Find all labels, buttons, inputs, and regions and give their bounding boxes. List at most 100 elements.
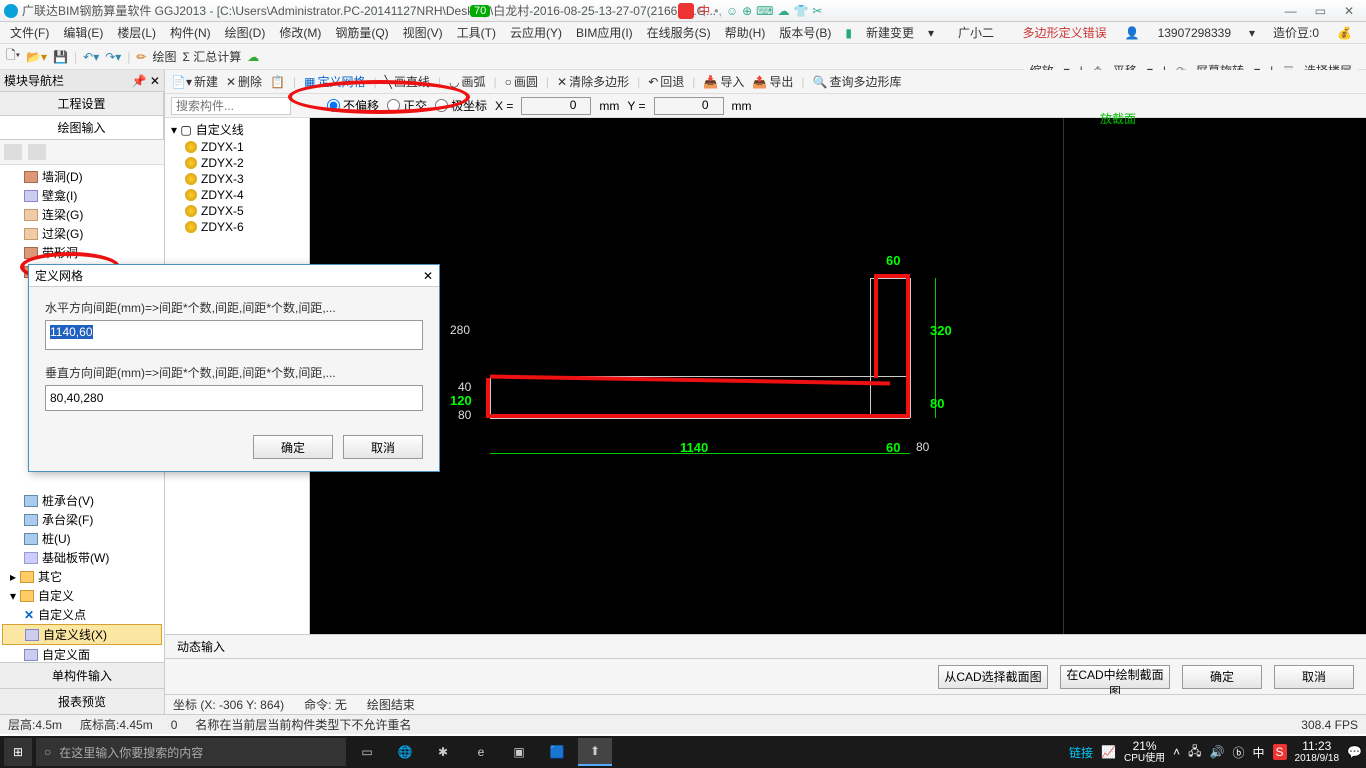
menu-bim[interactable]: BIM应用(I)	[572, 22, 637, 43]
tb-app2[interactable]: ✱	[426, 738, 460, 766]
tray-vol-icon[interactable]: 🔊	[1210, 745, 1225, 759]
tree-folder[interactable]: 其它	[38, 568, 62, 585]
tray-sogou[interactable]: S	[1273, 744, 1287, 760]
sum-button[interactable]: Σ 汇总计算	[183, 48, 242, 65]
list-item[interactable]: ZDYX-6	[201, 220, 244, 234]
tree-node[interactable]: 连梁(G)	[42, 206, 83, 223]
y-input[interactable]: 0	[654, 97, 724, 115]
phone[interactable]: 13907298339	[1154, 24, 1235, 42]
save-icon[interactable]: 💾	[53, 50, 68, 64]
tray-up-icon[interactable]: ˄	[1173, 745, 1180, 759]
draw-icon[interactable]: ✏	[136, 50, 146, 64]
dialog-cancel-button[interactable]: 取消	[343, 435, 423, 459]
expand-icon[interactable]	[4, 144, 22, 160]
menu-tool[interactable]: 工具(T)	[453, 22, 500, 43]
h-spacing-input[interactable]: 1140,60	[45, 320, 423, 350]
tb-app-active[interactable]: ⬆	[578, 738, 612, 766]
new-btn[interactable]: 📄▾ 新建	[171, 73, 218, 90]
polar-radio[interactable]	[435, 99, 448, 112]
new-change[interactable]: 新建变更	[862, 22, 918, 43]
open-file-icon[interactable]: 📂▾	[26, 50, 47, 64]
define-grid-btn[interactable]: ▦ 定义网格	[304, 73, 365, 90]
import-btn[interactable]: 📥 导入	[703, 73, 744, 90]
list-item[interactable]: ZDYX-4	[201, 188, 244, 202]
ortho-radio[interactable]	[387, 99, 400, 112]
menu-online[interactable]: 在线服务(S)	[643, 22, 715, 43]
start-button[interactable]: ⊞	[4, 738, 32, 766]
x-input[interactable]: 0	[521, 97, 591, 115]
ok-button[interactable]: 确定	[1182, 665, 1262, 689]
v-spacing-input[interactable]	[45, 385, 423, 411]
menu-draw[interactable]: 绘图(D)	[221, 22, 270, 43]
taskbar-search[interactable]: ○ 在这里输入你要搜索的内容	[36, 738, 346, 766]
tree-node[interactable]: 墙洞(D)	[42, 168, 83, 185]
copy-btn[interactable]: 📋	[270, 75, 285, 89]
tab-drawing[interactable]: 绘图输入	[0, 116, 164, 139]
tb-edge[interactable]: e	[464, 738, 498, 766]
tree-node[interactable]: 桩承台(V)	[42, 492, 94, 509]
menu-modify[interactable]: 修改(M)	[275, 22, 325, 43]
tree-node[interactable]: 带形洞	[42, 244, 78, 261]
tree-folder[interactable]: 自定义	[38, 587, 74, 604]
tb-app4[interactable]: 🟦	[540, 738, 574, 766]
tree-node[interactable]: 壁龛(I)	[42, 187, 77, 204]
tb-app3[interactable]: ▣	[502, 738, 536, 766]
delete-btn[interactable]: ✕ 删除	[226, 73, 262, 90]
collapse-icon[interactable]	[28, 144, 46, 160]
draw-circle-btn[interactable]: ○ 画圆	[505, 73, 538, 90]
tree-node[interactable]: 承台梁(F)	[42, 511, 93, 528]
cancel-button[interactable]: 取消	[1274, 665, 1354, 689]
menu-view[interactable]: 视图(V)	[399, 22, 447, 43]
tray-ime[interactable]: 中	[1253, 744, 1265, 761]
tree-node[interactable]: 桩(U)	[42, 530, 71, 547]
menu-qty[interactable]: 钢筋量(Q)	[331, 22, 392, 43]
tb-app1[interactable]: 🌐	[388, 738, 422, 766]
new-file-icon[interactable]: 🗋▾	[6, 46, 20, 67]
tray-net-icon[interactable]: 🖧	[1188, 742, 1201, 763]
menu-edit[interactable]: 编辑(E)	[59, 22, 107, 43]
list-item[interactable]: ZDYX-2	[201, 156, 244, 170]
redo-icon[interactable]: ↷▾	[105, 50, 121, 64]
undo-btn[interactable]: ↶ 回退	[648, 73, 684, 90]
dialog-close-icon[interactable]: ✕	[423, 269, 433, 283]
link-indicator[interactable]: 链接	[1069, 744, 1093, 761]
menu-cloud[interactable]: 云应用(Y)	[506, 22, 566, 43]
query-lib-btn[interactable]: 🔍 查询多边形库	[812, 73, 901, 90]
tree-node-selected[interactable]: 自定义线(X)	[43, 626, 107, 643]
task-view-icon[interactable]: ▭	[350, 738, 384, 766]
draw-arc-btn[interactable]: ◡ 画弧	[449, 73, 486, 90]
menu-help[interactable]: 帮助(H)	[721, 22, 770, 43]
draw-label[interactable]: 绘图	[152, 48, 176, 65]
tree-node[interactable]: 自定义点	[38, 606, 86, 623]
list-item[interactable]: ZDYX-3	[201, 172, 244, 186]
list-item[interactable]: ZDYX-1	[201, 140, 244, 154]
minimize-button[interactable]: —	[1285, 4, 1297, 18]
clock-time[interactable]: 11:23	[1295, 740, 1340, 753]
select-from-cad-btn[interactable]: 从CAD选择截面图	[938, 665, 1048, 689]
draw-in-cad-btn[interactable]: 在CAD中绘制截面图	[1060, 665, 1170, 689]
menu-comp[interactable]: 构件(N)	[166, 22, 215, 43]
tab-project[interactable]: 工程设置	[0, 92, 164, 115]
dialog-ok-button[interactable]: 确定	[253, 435, 333, 459]
cloud-check-icon[interactable]: ☁	[247, 50, 259, 64]
list-item[interactable]: ZDYX-5	[201, 204, 244, 218]
warning-text[interactable]: 多边形定义错误	[1019, 22, 1111, 43]
menu-ver[interactable]: 版本号(B)	[775, 22, 835, 43]
report-preview-btn[interactable]: 报表预览	[0, 688, 164, 714]
maximize-button[interactable]: ▭	[1315, 4, 1326, 18]
single-input-btn[interactable]: 单构件输入	[0, 662, 164, 688]
pin-icon[interactable]: 📌 ✕	[132, 74, 160, 88]
menu-floor[interactable]: 楼层(L)	[113, 22, 160, 43]
sogou-icon[interactable]	[678, 3, 694, 19]
search-input[interactable]	[171, 97, 291, 115]
clear-poly-btn[interactable]: ✕ 清除多边形	[557, 73, 629, 90]
dynamic-input-label[interactable]: 动态输入	[177, 638, 225, 655]
menu-file[interactable]: 文件(F)	[6, 22, 53, 43]
no-offset-radio[interactable]	[327, 99, 340, 112]
user-name[interactable]: 广小二	[954, 22, 998, 43]
tree-node[interactable]: 基础板带(W)	[42, 549, 109, 566]
ime-zhong[interactable]: 中	[698, 2, 710, 19]
tree-node[interactable]: 自定义面	[42, 646, 90, 662]
close-button[interactable]: ✕	[1344, 4, 1354, 18]
draw-line-btn[interactable]: ╲ 画直线	[385, 73, 430, 90]
